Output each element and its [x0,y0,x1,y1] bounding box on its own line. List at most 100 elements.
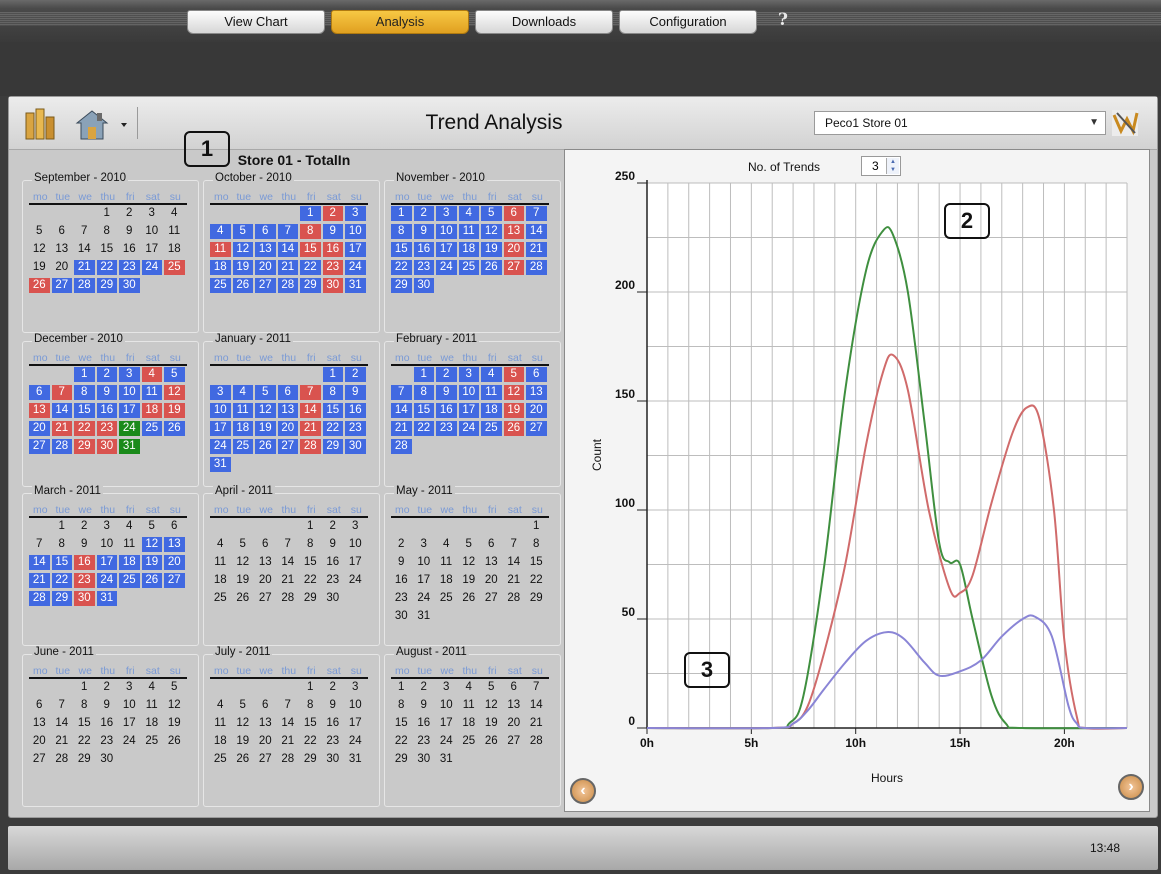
calendar-day[interactable]: 12 [164,698,185,713]
calendar-day[interactable]: 24 [345,260,366,275]
calendar-day[interactable]: 21 [29,573,50,588]
calendar-day[interactable]: 18 [210,573,231,588]
calendar-day[interactable]: 13 [277,403,298,418]
calendar-day[interactable]: 28 [526,260,547,275]
calendar-day[interactable]: 15 [391,242,412,257]
calendar-day[interactable]: 25 [458,260,479,275]
calendar-day[interactable]: 3 [436,680,457,695]
calendar-day[interactable]: 25 [481,421,502,436]
bar-chart-icon[interactable] [24,107,58,141]
calendar-day[interactable]: 3 [119,680,140,695]
calendar-day[interactable]: 6 [504,680,525,695]
calendar-day[interactable]: 18 [459,716,480,731]
calendar-day[interactable]: 27 [164,573,185,588]
calendar-day[interactable]: 20 [277,421,298,436]
calendar-day[interactable]: 15 [322,403,343,418]
calendar-day[interactable]: 27 [29,752,50,767]
calendar-day[interactable]: 15 [391,716,412,731]
calendar-day[interactable]: 9 [322,224,343,239]
calendar-day[interactable]: 9 [323,537,344,552]
calendar-day[interactable]: 24 [119,421,140,436]
calendar-day[interactable]: 8 [391,698,412,713]
calendar-day[interactable]: 3 [142,206,163,221]
calendar-day[interactable]: 14 [29,555,50,570]
calendar-day[interactable]: 21 [277,260,298,275]
calendar-day[interactable]: 2 [119,206,140,221]
calendar-day[interactable]: 23 [345,421,366,436]
calendar-day[interactable]: 10 [119,698,140,713]
calendar-day[interactable]: 26 [164,421,185,436]
calendar-day[interactable]: 21 [526,242,547,257]
calendar-day[interactable]: 29 [322,439,343,454]
calendar-day[interactable]: 11 [436,555,457,570]
calendar-day[interactable]: 22 [300,734,321,749]
calendar-day[interactable]: 5 [481,680,502,695]
calendar-day[interactable]: 10 [414,555,435,570]
calendar-day[interactable]: 17 [119,403,140,418]
calendar-day[interactable]: 29 [74,439,95,454]
calendar-day[interactable]: 24 [414,591,435,606]
calendar-day[interactable]: 11 [142,698,163,713]
calendar-day[interactable]: 25 [210,752,231,767]
calendar-day[interactable]: 24 [345,573,366,588]
calendar-day[interactable]: 8 [413,385,434,400]
calendar-day[interactable]: 20 [504,716,525,731]
calendar-day[interactable]: 13 [481,555,502,570]
calendar-day[interactable]: 11 [164,224,185,239]
calendar-day[interactable]: 28 [391,439,412,454]
calendar-day[interactable]: 16 [413,242,434,257]
calendar-day[interactable]: 28 [52,752,73,767]
calendar-day[interactable]: 11 [141,385,162,400]
calendar-day[interactable]: 26 [141,573,162,588]
calendar-day[interactable]: 1 [322,367,343,382]
calendar-day[interactable]: 4 [141,367,162,382]
calendar-day[interactable]: 16 [345,403,366,418]
calendar-day[interactable]: 16 [391,573,412,588]
calendar-day[interactable]: 12 [459,555,480,570]
calendar-day[interactable]: 7 [526,680,547,695]
calendar-day[interactable]: 3 [345,519,366,534]
calendar-day[interactable]: 6 [29,385,50,400]
calendar-day[interactable]: 2 [74,519,95,534]
calendar-day[interactable]: 28 [51,439,72,454]
calendar-day[interactable]: 4 [164,206,185,221]
calendar-day[interactable]: 22 [413,421,434,436]
calendar-day[interactable]: 19 [141,555,162,570]
calendar-day[interactable]: 8 [97,224,118,239]
calendar-day[interactable]: 26 [503,421,524,436]
calendar-day[interactable]: 6 [526,367,547,382]
calendar-day[interactable]: 25 [459,734,480,749]
calendar-day[interactable]: 6 [481,537,502,552]
calendar-day[interactable]: 19 [29,260,50,275]
calendar-day[interactable]: 25 [141,421,162,436]
calendar-day[interactable]: 21 [526,716,547,731]
calendar-day[interactable]: 4 [459,680,480,695]
tab-downloads[interactable]: Downloads [475,10,613,34]
calendar-day[interactable]: 15 [300,716,321,731]
calendar-day[interactable]: 28 [278,591,299,606]
calendar-day[interactable]: 16 [74,555,95,570]
calendar-day[interactable]: 22 [322,421,343,436]
calendar-day[interactable]: 24 [96,573,117,588]
calendar-day[interactable]: 9 [414,698,435,713]
calendar-day[interactable]: 20 [29,734,50,749]
calendar-day[interactable]: 23 [322,260,343,275]
calendar-day[interactable]: 17 [436,242,457,257]
calendar-day[interactable]: 17 [142,242,163,257]
calendar-day[interactable]: 6 [255,698,276,713]
calendar-day[interactable]: 15 [97,242,118,257]
calendar-day[interactable]: 20 [255,573,276,588]
calendar-day[interactable]: 16 [323,555,344,570]
calendar-day[interactable]: 31 [345,278,366,293]
calendar-day[interactable]: 20 [503,242,524,257]
calendar-day[interactable]: 6 [255,537,276,552]
calendar-day[interactable]: 15 [300,555,321,570]
apply-icon[interactable] [1111,109,1139,137]
calendar-day[interactable]: 4 [142,680,163,695]
calendar-day[interactable]: 6 [164,519,185,534]
calendar-day[interactable]: 12 [503,385,524,400]
calendar-day[interactable]: 27 [255,278,276,293]
calendar-day[interactable]: 9 [323,698,344,713]
calendar-day[interactable]: 3 [345,206,366,221]
calendar-day[interactable]: 16 [323,716,344,731]
